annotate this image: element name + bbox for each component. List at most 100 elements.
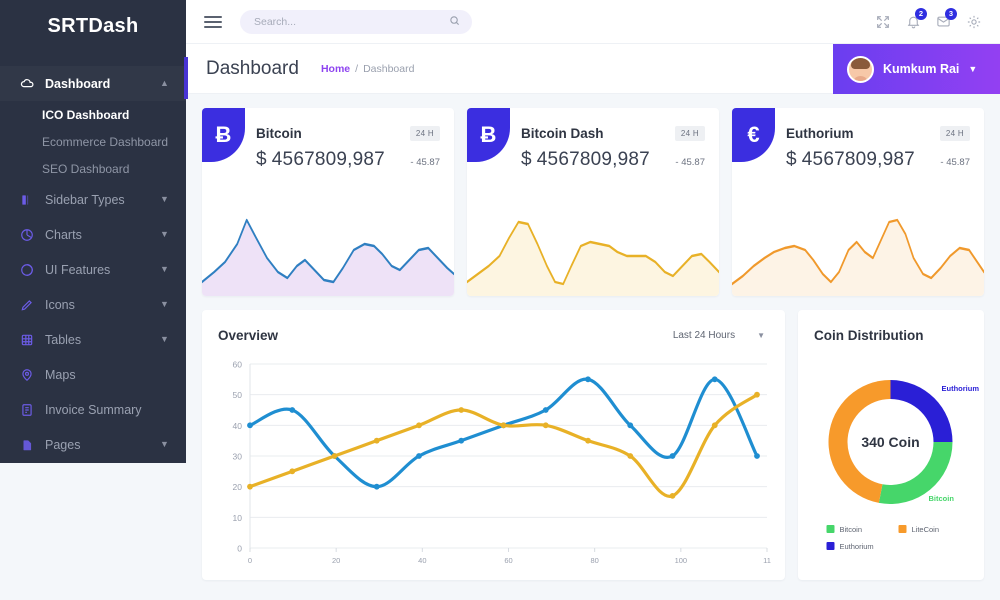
pages-icon [20,438,38,452]
euthorium-sparkline-chart [732,204,984,296]
svg-text:80: 80 [590,556,598,565]
gear-icon[interactable] [966,14,982,30]
svg-text:Euthorium: Euthorium [942,384,980,393]
hamburger-menu-icon[interactable] [204,13,222,31]
currency-symbol: $ [786,149,797,170]
svg-text:Euthorium: Euthorium [840,542,874,551]
chevron-up-icon[interactable]: ▲ [160,79,170,88]
overview-line-chart: 010203040506002040608010011 [202,354,785,580]
svg-text:60: 60 [233,360,243,370]
sidebar-item-label: Maps [45,368,160,382]
coin-timeframe-badge: 24 H [940,126,970,141]
breadcrumb-current: Dashboard [363,63,414,75]
sparkline-area [202,220,454,296]
svg-text:100: 100 [675,556,688,565]
overview-card: Overview Last 24 Hours ▼ 010203040506002… [202,310,785,580]
breadcrumb: Home / Dashboard [321,63,414,75]
coin-card-bitcoin-dash[interactable]: Ƀ Bitcoin Dash 24 H $4567809,987 - 45.87 [467,108,719,296]
fullscreen-icon[interactable] [875,14,891,30]
sidebar-nav: Dashboard ▲ ICO Dashboard Ecommerce Dash… [0,52,186,463]
coin-price: $4567809,987 [256,149,385,171]
chevron-down-icon[interactable]: ▼ [757,331,765,340]
svg-text:40: 40 [418,556,426,565]
search-box[interactable] [240,10,472,34]
main-content: Ƀ Bitcoin 24 H $4567809,987 - 45.87 [186,94,1000,600]
chevron-down-icon[interactable]: ▼ [160,300,170,309]
coin-timeframe-badge: 24 H [675,126,705,141]
sidebar-item-charts[interactable]: Charts ▼ [0,217,186,252]
coin-distribution-card: Coin Distribution 340 Coin Euthorium Bitco… [798,310,984,580]
sidebar-item-tables[interactable]: Tables ▼ [0,322,186,357]
breadcrumb-home[interactable]: Home [321,63,350,75]
currency-symbol: $ [256,149,267,170]
svg-text:30: 30 [233,452,243,462]
sidebar: SRTDash Dashboard ▲ ICO Dashboard Ecomme… [0,0,186,463]
sidebar-more-indicator [0,462,186,463]
page-title: Dashboard [206,58,299,80]
notification-bell-icon[interactable]: 2 [906,14,921,29]
svg-text:340 Coin: 340 Coin [861,434,919,450]
currency-symbol: $ [521,149,532,170]
sidebar-subitem-label: Ecommerce Dashboard [42,135,168,149]
message-envelope-icon[interactable]: 3 [936,14,951,29]
coin-name: Euthorium [786,126,854,141]
sidebar-subitem-seo-dashboard[interactable]: SEO Dashboard [0,155,186,182]
search-icon[interactable] [449,15,460,29]
sparkline-area [732,220,984,296]
pencil-icon [20,298,38,312]
sidebar-item-icons[interactable]: Icons ▼ [0,287,186,322]
sidebar-item-invoice-summary[interactable]: Invoice Summary [0,392,186,427]
sidebar-item-label: Pages [45,438,160,452]
sidebar-item-ui-features[interactable]: UI Features ▼ [0,252,186,287]
svg-text:50: 50 [233,390,243,400]
sidebar-item-pages[interactable]: Pages ▼ [0,427,186,462]
svg-text:Bitcoin: Bitcoin [929,494,955,503]
invoice-icon [20,403,38,417]
svg-text:0: 0 [237,544,242,554]
chevron-down-icon[interactable]: ▼ [160,335,170,344]
breadcrumb-separator: / [355,63,358,75]
notification-badge: 2 [915,8,927,20]
overview-range-select[interactable]: Last 24 Hours ▼ [673,330,765,341]
sidebar-subitem-label: ICO Dashboard [42,108,129,122]
coin-cards-row: Ƀ Bitcoin 24 H $4567809,987 - 45.87 [202,108,984,296]
top-header: 2 3 [186,0,1000,44]
coin-name: Bitcoin [256,126,302,141]
chevron-down-icon[interactable]: ▼ [160,230,170,239]
user-profile-menu[interactable]: Kumkum Rai ▼ [833,44,1000,94]
search-input[interactable] [240,16,472,28]
sidebar-item-label: UI Features [45,263,160,277]
sidebar-subitem-label: SEO Dashboard [42,162,129,176]
brand-logo[interactable]: SRTDash [0,0,186,52]
coin-price-value: 4567809,987 [537,149,650,170]
svg-text:0: 0 [248,556,252,565]
chevron-down-icon[interactable]: ▼ [160,440,170,449]
map-icon [20,368,38,382]
chevron-down-icon[interactable]: ▼ [160,265,170,274]
sidebar-item-label: Sidebar Types [45,193,160,207]
pie-chart-icon [20,228,38,242]
sidebar-subitem-ecommerce-dashboard[interactable]: Ecommerce Dashboard [0,128,186,155]
sidebar-item-sidebar-types[interactable]: Sidebar Types ▼ [0,182,186,217]
svg-text:20: 20 [332,556,340,565]
lower-row: Overview Last 24 Hours ▼ 010203040506002… [202,310,984,580]
chevron-down-icon[interactable]: ▼ [160,195,170,204]
sidebar-item-dashboard[interactable]: Dashboard ▲ [0,66,186,101]
user-name: Kumkum Rai [883,62,959,76]
sidebar-item-label: Dashboard [45,77,160,91]
coin-distribution-title: Coin Distribution [798,310,984,343]
svg-text:10: 10 [233,513,243,523]
sidebar-item-maps[interactable]: Maps [0,357,186,392]
overview-header: Overview Last 24 Hours ▼ [202,310,785,343]
coin-change-value: - 45.87 [410,157,440,168]
coin-price-value: 4567809,987 [272,149,385,170]
coin-name: Bitcoin Dash [521,126,604,141]
coin-card-euthorium[interactable]: € Euthorium 24 H $4567809,987 - 45.87 [732,108,984,296]
coin-price: $4567809,987 [521,149,650,171]
sidebar-submenu-dashboard: ICO Dashboard Ecommerce Dashboard SEO Da… [0,101,186,182]
header-actions: 2 3 [875,14,982,30]
sidebar-subitem-ico-dashboard[interactable]: ICO Dashboard [0,101,186,128]
chevron-down-icon[interactable]: ▼ [968,64,977,74]
coin-card-bitcoin[interactable]: Ƀ Bitcoin 24 H $4567809,987 - 45.87 [202,108,454,296]
sidebar-item-label: Icons [45,298,160,312]
